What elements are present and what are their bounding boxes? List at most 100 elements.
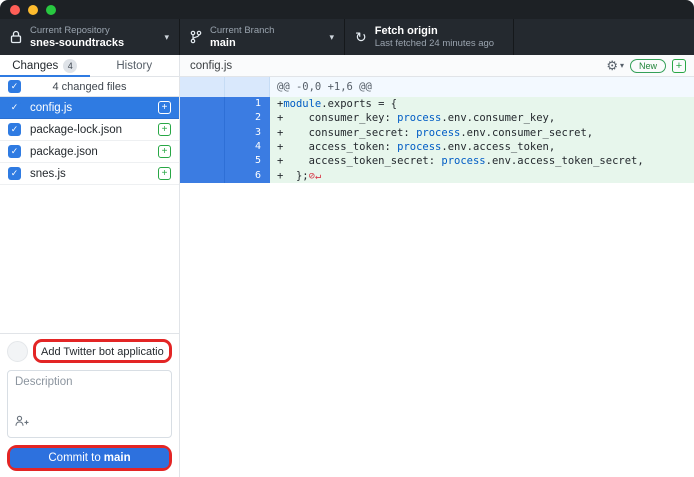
check-icon: ✓ — [11, 125, 19, 134]
file-name: package-lock.json — [30, 124, 149, 136]
new-file-badge: New — [630, 59, 666, 73]
annotation-highlight-summary — [33, 339, 172, 363]
added-file-icon: + — [158, 123, 171, 136]
sidebar-tabs: Changes 4 History — [0, 55, 179, 77]
line-number: 1 — [225, 97, 270, 111]
commit-area: Description Commit to main — [0, 333, 179, 477]
diff-empty-area — [180, 183, 694, 477]
line-code: +module.exports = { — [270, 97, 694, 111]
minimize-window-button[interactable] — [28, 5, 38, 15]
file-row-config-js[interactable]: ✓ config.js + — [0, 97, 179, 119]
commit-description-textarea[interactable]: Description — [7, 370, 172, 438]
tab-history[interactable]: History — [90, 55, 180, 76]
file-name: package.json — [30, 146, 149, 158]
changed-file-list: ✓ config.js + ✓ package-lock.json + ✓ — [0, 97, 179, 185]
file-checkbox[interactable]: ✓ — [8, 167, 21, 180]
line-code: + consumer_key: process.env.consumer_key… — [270, 111, 694, 125]
hunk-header-row: @@ -0,0 +1,6 @@ — [180, 77, 694, 97]
description-placeholder: Description — [15, 376, 73, 388]
current-repository-value: snes-soundtracks — [30, 37, 156, 50]
diff-line-5: 5 + access_token_secret: process.env.acc… — [180, 154, 694, 168]
file-row-package-lock-json[interactable]: ✓ package-lock.json + — [0, 119, 179, 141]
diff-panel: config.js ⚙ ▾ New + @@ -0,0 +1,6 @@ 1 — [180, 55, 694, 477]
expand-diff-button[interactable]: + — [672, 59, 686, 73]
line-code: + access_token: process.env.access_token… — [270, 140, 694, 154]
added-file-icon: + — [158, 145, 171, 158]
file-name: config.js — [30, 102, 149, 114]
line-gutter[interactable]: 1 — [180, 97, 270, 111]
titlebar — [0, 0, 694, 19]
chevron-down-icon: ▾ — [620, 61, 624, 70]
diff-header-actions: ⚙ ▾ New + — [606, 59, 686, 73]
commit-button-branch: main — [104, 452, 131, 464]
fetch-origin-label: Fetch origin — [375, 25, 503, 38]
commit-button-prefix: Commit to — [48, 452, 100, 464]
sidebar-spacer — [0, 185, 179, 333]
file-row-package-json[interactable]: ✓ package.json + — [0, 141, 179, 163]
line-gutter[interactable]: 6 — [180, 169, 270, 183]
chevron-down-icon: ▾ — [329, 32, 334, 43]
file-row-snes-js[interactable]: ✓ snes.js + — [0, 163, 179, 185]
file-checkbox[interactable]: ✓ — [8, 145, 21, 158]
hunk-gutter — [180, 77, 270, 97]
sidebar: Changes 4 History ✓ 4 changed files ✓ — [0, 55, 180, 477]
tab-changes[interactable]: Changes 4 — [0, 55, 90, 76]
line-number: 3 — [225, 126, 270, 140]
last-fetched-text: Last fetched 24 minutes ago — [375, 38, 503, 50]
current-repository-label: Current Repository — [30, 25, 156, 37]
app-body: Changes 4 History ✓ 4 changed files ✓ — [0, 55, 694, 477]
diff-line-3: 3 + consumer_secret: process.env.consume… — [180, 126, 694, 140]
diff-line-6: 6 + };⊘↵ — [180, 169, 694, 183]
diff-file-title: config.js — [190, 60, 606, 72]
check-icon: ✓ — [11, 103, 19, 112]
diff-line-2: 2 + consumer_key: process.env.consumer_k… — [180, 111, 694, 125]
annotation-highlight-commit: Commit to main — [7, 445, 172, 471]
diff-line-4: 4 + access_token: process.env.access_tok… — [180, 140, 694, 154]
commit-summary-row — [7, 339, 172, 363]
commit-to-main-button[interactable]: Commit to main — [10, 448, 169, 468]
line-number: 4 — [225, 140, 270, 154]
lock-icon — [10, 30, 22, 44]
check-icon: ✓ — [11, 147, 19, 156]
line-number: 5 — [225, 154, 270, 168]
fetch-origin-button[interactable]: ↻ Fetch origin Last fetched 24 minutes a… — [345, 19, 514, 55]
current-repository-selector[interactable]: Current Repository snes-soundtracks ▾ — [0, 19, 180, 55]
current-branch-selector[interactable]: Current Branch main ▾ — [180, 19, 345, 55]
current-branch-value: main — [210, 37, 321, 50]
diff-line-1: 1 +module.exports = { — [180, 97, 694, 111]
line-code: + };⊘↵ — [270, 169, 694, 183]
changed-files-count: 4 changed files — [0, 81, 179, 93]
diff-options-button[interactable]: ⚙ ▾ — [606, 59, 624, 72]
check-icon: ✓ — [11, 169, 19, 178]
github-desktop-window: Current Repository snes-soundtracks ▾ Cu… — [0, 0, 694, 477]
line-gutter[interactable]: 5 — [180, 154, 270, 168]
hunk-header-text: @@ -0,0 +1,6 @@ — [270, 77, 694, 97]
diff-view: @@ -0,0 +1,6 @@ 1 +module.exports = { 2 … — [180, 77, 694, 183]
line-gutter[interactable]: 2 — [180, 111, 270, 125]
avatar — [7, 341, 28, 362]
changes-count-badge: 4 — [63, 59, 77, 73]
close-window-button[interactable] — [10, 5, 20, 15]
toolbar: Current Repository snes-soundtracks ▾ Cu… — [0, 19, 694, 55]
tab-history-label: History — [116, 60, 152, 72]
commit-summary-input[interactable] — [36, 344, 169, 360]
git-branch-icon — [190, 30, 202, 44]
file-name: snes.js — [30, 168, 149, 180]
gear-icon: ⚙ — [606, 59, 618, 72]
line-code: + access_token_secret: process.env.acces… — [270, 154, 694, 168]
current-branch-label: Current Branch — [210, 25, 321, 37]
diff-header: config.js ⚙ ▾ New + — [180, 55, 694, 77]
no-newline-icon: ⊘↵ — [309, 170, 322, 182]
line-number: 2 — [225, 111, 270, 125]
tab-changes-label: Changes — [12, 60, 58, 72]
select-all-row[interactable]: ✓ 4 changed files — [0, 77, 179, 97]
file-checkbox[interactable]: ✓ — [8, 123, 21, 136]
zoom-window-button[interactable] — [46, 5, 56, 15]
line-number: 6 — [225, 169, 270, 183]
line-gutter[interactable]: 3 — [180, 126, 270, 140]
line-code: + consumer_secret: process.env.consumer_… — [270, 126, 694, 140]
refresh-icon: ↻ — [355, 30, 367, 44]
file-checkbox[interactable]: ✓ — [8, 101, 21, 114]
line-gutter[interactable]: 4 — [180, 140, 270, 154]
add-coauthor-icon[interactable] — [15, 414, 30, 432]
